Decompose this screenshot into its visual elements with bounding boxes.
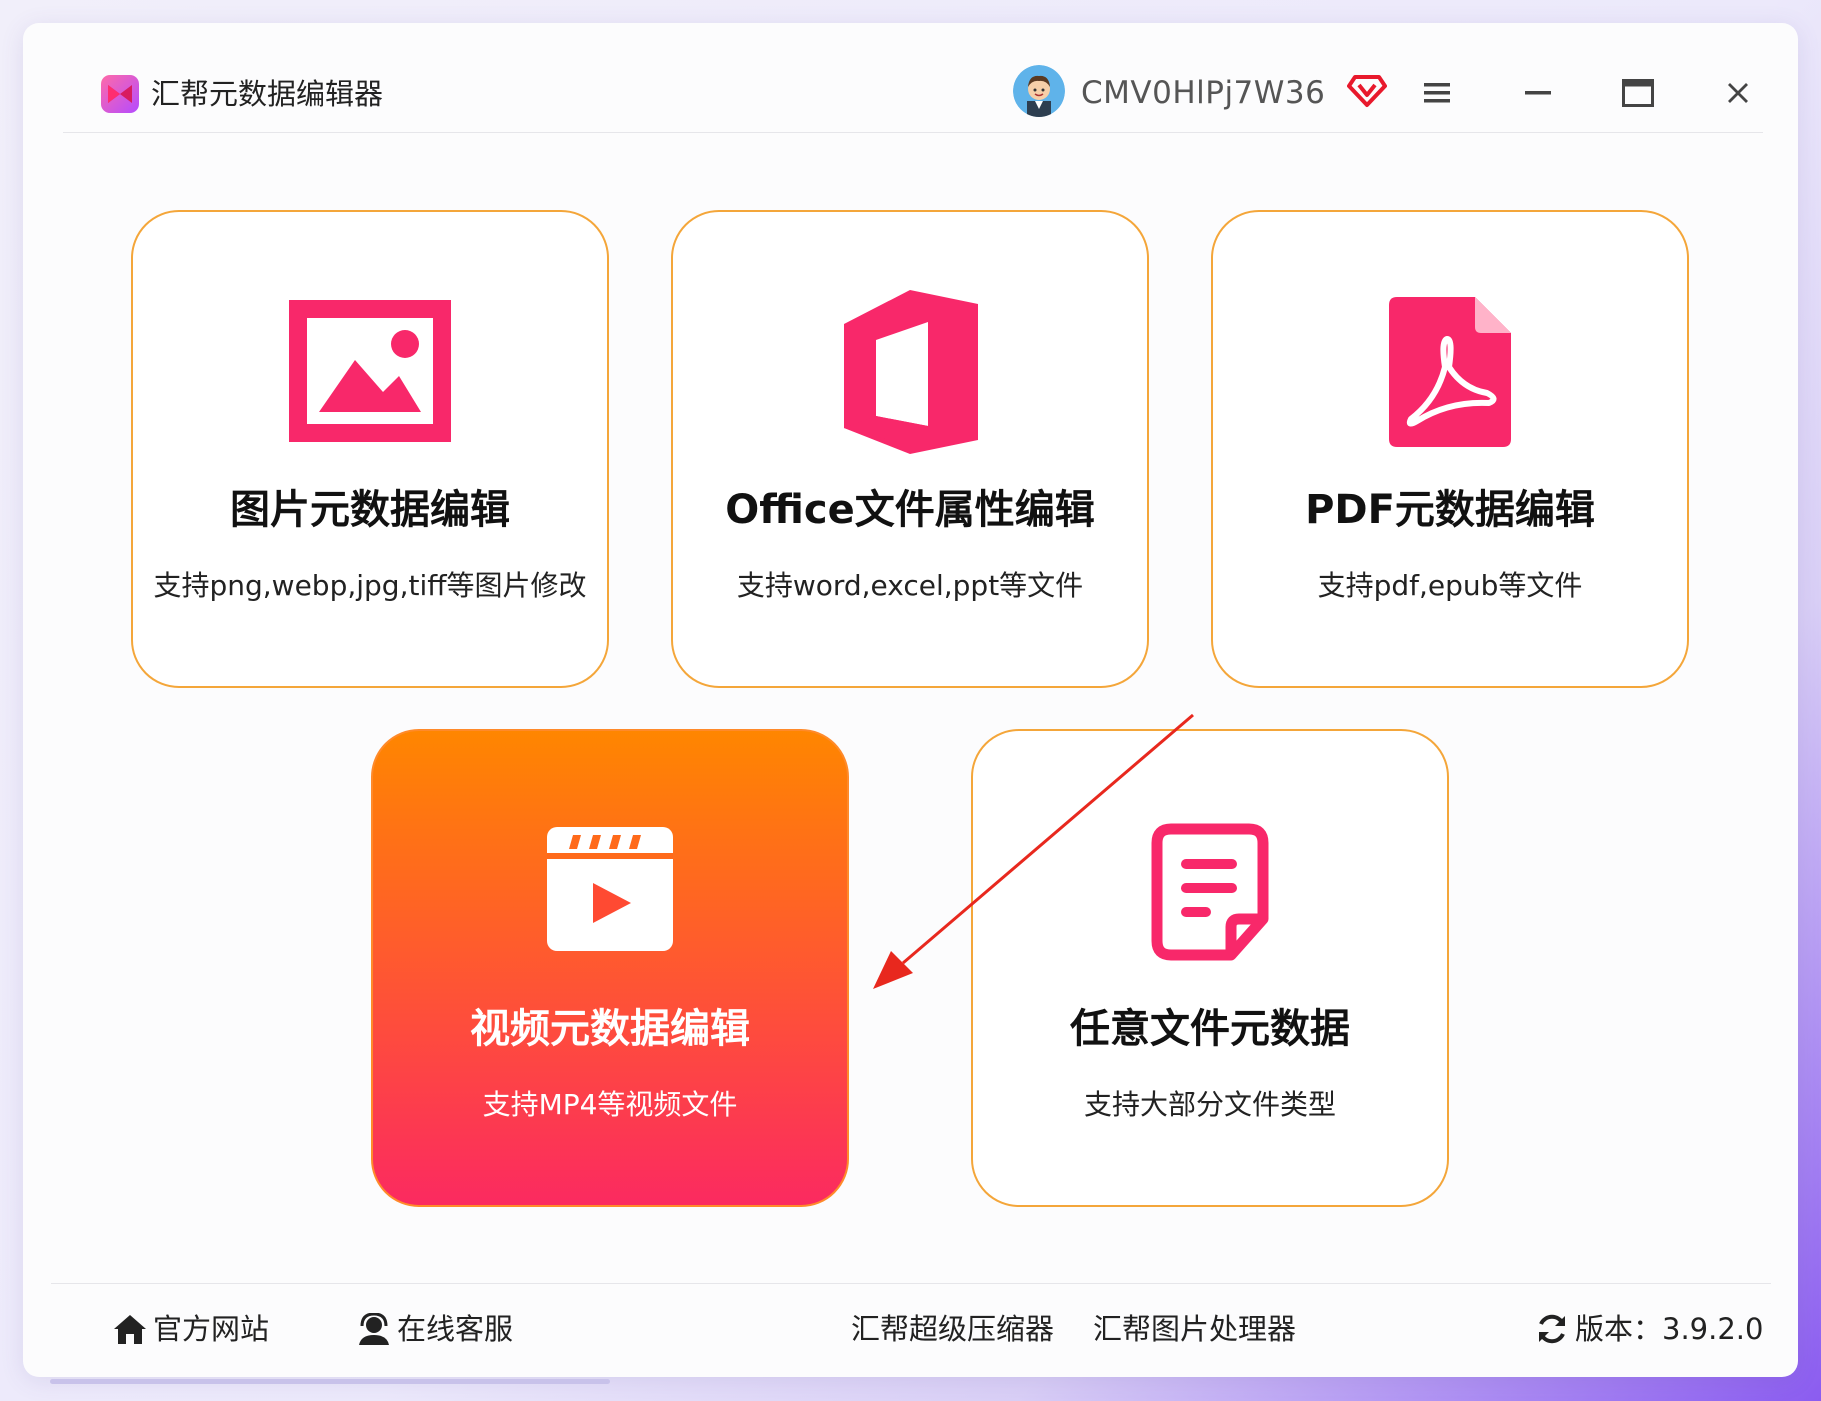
minimize-icon: [1525, 91, 1551, 95]
minimize-button[interactable]: [1518, 73, 1558, 113]
app-title: 汇帮元数据编辑器: [151, 77, 384, 111]
card-image-metadata[interactable]: 图片元数据编辑 支持png,webp,jpg,tiff等图片修改: [131, 210, 609, 688]
footer-bar: 官方网站 在线客服 汇帮超级压缩器 汇帮图片处理器 版本：3.9.2.0: [51, 1283, 1771, 1373]
app-window: 汇帮元数据编辑器 CMV0HlPj7W36 图片元数据编辑 支持png,webp…: [23, 23, 1798, 1377]
close-icon: [1728, 83, 1748, 103]
image-icon: [289, 300, 451, 442]
card-video-metadata[interactable]: 视频元数据编辑 支持MP4等视频文件: [371, 729, 849, 1207]
maximize-button[interactable]: [1618, 73, 1658, 113]
title-bar: 汇帮元数据编辑器 CMV0HlPj7W36: [63, 23, 1763, 133]
card-title: 视频元数据编辑: [470, 1006, 750, 1052]
image-processor-link[interactable]: 汇帮图片处理器: [1093, 1308, 1296, 1350]
maximize-icon: [1622, 79, 1654, 107]
hamburger-icon: [1424, 83, 1450, 103]
user-name[interactable]: CMV0HlPj7W36: [1081, 71, 1325, 115]
card-any-file-metadata[interactable]: 任意文件元数据 支持大部分文件类型: [971, 729, 1449, 1207]
scrollbar[interactable]: [50, 1379, 610, 1384]
official-website-link[interactable]: 官方网站: [113, 1308, 269, 1350]
vip-diamond-icon[interactable]: [1347, 69, 1387, 109]
card-title: PDF元数据编辑: [1305, 487, 1595, 533]
version-info[interactable]: 版本：3.9.2.0: [1535, 1308, 1763, 1350]
office-icon: [844, 290, 978, 454]
close-button[interactable]: [1718, 73, 1758, 113]
compressor-link[interactable]: 汇帮超级压缩器: [851, 1308, 1054, 1350]
card-pdf-metadata[interactable]: PDF元数据编辑 支持pdf,epub等文件: [1211, 210, 1689, 688]
card-desc: 支持png,webp,jpg,tiff等图片修改: [153, 569, 587, 602]
card-desc: 支持MP4等视频文件: [482, 1088, 738, 1121]
avatar[interactable]: [1013, 65, 1065, 117]
document-icon: [1151, 823, 1269, 961]
pdf-icon: [1389, 297, 1511, 447]
card-title: 图片元数据编辑: [230, 487, 510, 533]
online-support-link[interactable]: 在线客服: [357, 1308, 513, 1350]
video-clapper-icon: [547, 827, 673, 951]
official-website-label: 官方网站: [153, 1312, 270, 1346]
support-agent-icon: [359, 1313, 389, 1345]
compressor-label: 汇帮超级压缩器: [851, 1312, 1055, 1346]
card-desc: 支持word,excel,ppt等文件: [736, 569, 1084, 602]
home-icon: [114, 1315, 146, 1344]
menu-button[interactable]: [1417, 73, 1457, 113]
version-label: 版本：3.9.2.0: [1575, 1312, 1764, 1346]
refresh-icon: [1539, 1314, 1565, 1344]
card-office-properties[interactable]: Office文件属性编辑 支持word,excel,ppt等文件: [671, 210, 1149, 688]
image-processor-label: 汇帮图片处理器: [1093, 1312, 1297, 1346]
online-support-label: 在线客服: [397, 1312, 514, 1346]
app-logo-icon: [101, 75, 139, 113]
card-desc: 支持pdf,epub等文件: [1317, 569, 1583, 602]
card-title: 任意文件元数据: [1070, 1006, 1350, 1052]
card-title: Office文件属性编辑: [725, 487, 1095, 533]
card-desc: 支持大部分文件类型: [1083, 1088, 1336, 1121]
